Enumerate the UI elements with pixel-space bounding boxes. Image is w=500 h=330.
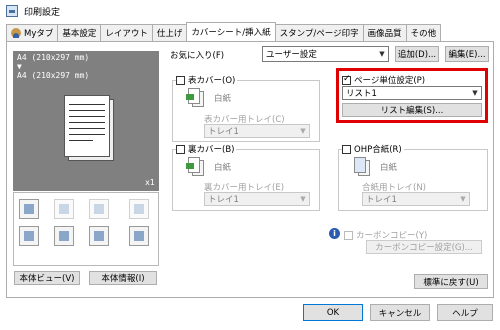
tab-other[interactable]: その他 — [405, 24, 442, 41]
ohp-sheet-icon — [352, 157, 372, 177]
info-icon: i — [329, 228, 340, 239]
chevron-down-icon: ▼ — [300, 127, 306, 135]
cancel-button[interactable]: キャンセル — [370, 304, 430, 321]
booklet-icon[interactable] — [19, 226, 39, 246]
printer-view-button[interactable]: 本体ビュー(V) — [14, 271, 80, 285]
preview-copies: x1 — [145, 178, 155, 187]
chevron-down-icon: ▼ — [472, 89, 478, 97]
help-button[interactable]: ヘルプ — [437, 304, 493, 321]
ohp-tray-select: トレイ1 ▼ — [362, 192, 470, 206]
favorites-label: お気に入り(F) — [170, 51, 225, 61]
preview-arrow-icon: ▼ — [17, 62, 22, 71]
print-preview: A4 (210x297 mm) ▼ A4 (210x297 mm) x1 — [13, 51, 159, 191]
title-bar: 印刷設定 — [0, 0, 500, 22]
ohp-checkbox[interactable]: OHP合紙(R) — [342, 143, 404, 155]
chevron-down-icon: ▼ — [300, 195, 306, 203]
paper-icon — [186, 157, 206, 177]
carbon-copy-settings-button: カーボンコピー設定(G)... — [366, 240, 482, 254]
tab-image-quality[interactable]: 画像品質 — [362, 24, 407, 41]
printer-icon — [6, 5, 18, 17]
tab-cover-insert[interactable]: カバーシート/挿入紙 — [186, 22, 276, 41]
per-page-list-select[interactable]: リスト1 ▼ — [342, 86, 482, 100]
settings-icon-grid — [13, 192, 159, 266]
punch-icon — [89, 199, 109, 219]
tab-strip: Myタブ 基本設定 レイアウト 仕上げ カバーシート/挿入紙 スタンプ/ページ印… — [6, 22, 442, 42]
per-page-box[interactable] — [342, 74, 351, 85]
back-cover-box[interactable] — [176, 144, 185, 154]
text-icon[interactable] — [89, 226, 109, 246]
preview-paper-size-2: A4 (210x297 mm) — [17, 71, 90, 80]
tab-basic[interactable]: 基本設定 — [57, 24, 102, 41]
tab-finishing[interactable]: 仕上げ — [151, 24, 188, 41]
per-page-checkbox[interactable]: ページ単位設定(P) — [342, 74, 425, 86]
edit-favorite-button[interactable]: 編集(E)... — [445, 46, 489, 62]
back-cover-paper: 白紙 — [186, 157, 231, 177]
chevron-down-icon: ▼ — [379, 50, 385, 58]
tab-stamp[interactable]: スタンプ/ページ印字 — [274, 24, 364, 41]
staple-icon — [54, 199, 74, 219]
printer-info-button[interactable]: 本体情報(I) — [89, 271, 157, 285]
preview-paper-size-1: A4 (210x297 mm) — [17, 53, 90, 62]
back-cover-tray-select: トレイ1 ▼ — [204, 192, 310, 206]
stack-icon[interactable] — [129, 226, 149, 246]
carbon-copy-box — [344, 230, 353, 240]
ohp-box[interactable] — [342, 144, 351, 154]
back-cover-checkbox[interactable]: 裏カバー(B) — [176, 143, 237, 155]
user-icon — [11, 28, 21, 38]
stamp-icon[interactable] — [54, 226, 74, 246]
add-favorite-button[interactable]: 追加(D)... — [395, 46, 439, 62]
ok-button[interactable]: OK — [303, 304, 363, 321]
edit-list-button[interactable]: リスト編集(S)... — [342, 103, 482, 117]
front-cover-checkbox[interactable]: 表カバー(O) — [176, 74, 238, 86]
tab-my-tab[interactable]: Myタブ — [6, 24, 59, 41]
chevron-down-icon: ▼ — [460, 195, 466, 203]
front-cover-tray-select: トレイ1 ▼ — [204, 124, 310, 138]
paper-icon — [186, 88, 206, 108]
ohp-paper: 白紙 — [352, 157, 397, 177]
front-cover-box[interactable] — [176, 75, 185, 85]
restore-defaults-button[interactable]: 標準に戻す(U) — [414, 274, 488, 289]
favorites-select[interactable]: ユーザー設定 ▼ — [262, 46, 389, 62]
window-title: 印刷設定 — [24, 7, 61, 18]
front-cover-paper: 白紙 — [186, 88, 231, 108]
preview-sheet — [64, 95, 110, 157]
fold-icon — [129, 199, 149, 219]
tab-layout[interactable]: レイアウト — [100, 24, 153, 41]
output-tray-icon[interactable] — [19, 199, 39, 219]
